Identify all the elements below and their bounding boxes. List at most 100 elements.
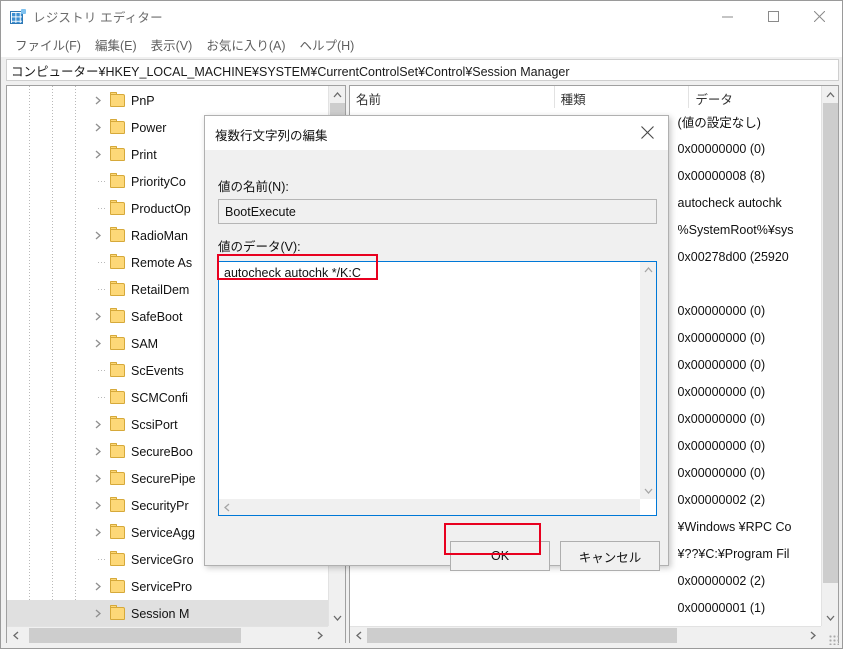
tree-item-label: ServicePro xyxy=(131,579,193,594)
tree-guide-tick xyxy=(98,181,107,182)
folder-icon xyxy=(110,443,125,458)
tree-item-label: PnP xyxy=(131,93,155,108)
menu-view[interactable]: 表示(V) xyxy=(145,32,201,58)
close-icon[interactable] xyxy=(626,116,668,148)
close-icon[interactable] xyxy=(796,1,842,32)
scroll-down-icon[interactable] xyxy=(822,609,838,626)
chevron-right-icon[interactable] xyxy=(91,330,105,357)
folder-icon xyxy=(110,497,125,512)
chevron-right-icon[interactable] xyxy=(91,114,105,141)
chevron-right-icon[interactable] xyxy=(91,492,105,519)
chevron-right-icon[interactable] xyxy=(91,519,105,546)
cell-data: 0x00000000 (0) xyxy=(677,303,766,318)
column-header-name[interactable]: 名前 xyxy=(350,86,555,108)
cell-data: 0x00000000 (0) xyxy=(677,357,766,372)
folder-icon xyxy=(110,200,125,215)
tree-item-label: SecurePipe xyxy=(131,471,196,486)
window-titlebar: レジストリ エディター xyxy=(1,1,842,32)
folder-icon xyxy=(110,470,125,485)
ok-button[interactable]: OK xyxy=(450,541,550,571)
folder-icon xyxy=(110,92,125,107)
menu-file[interactable]: ファイル(F) xyxy=(9,32,89,58)
value-name-input[interactable]: BootExecute xyxy=(218,199,657,224)
tree-item-label: Session M xyxy=(131,606,190,621)
folder-icon xyxy=(110,308,125,323)
cell-data: 0x00000000 (0) xyxy=(677,438,766,453)
list-hscrollbar-thumb[interactable] xyxy=(367,628,677,643)
cell-data: 0x00000002 (2) xyxy=(677,492,766,507)
cell-data: %SystemRoot%¥sys xyxy=(677,222,794,237)
scroll-down-icon[interactable] xyxy=(329,609,345,626)
window-title: レジストリ エディター xyxy=(33,11,163,25)
folder-icon xyxy=(110,362,125,377)
table-row[interactable]: 0x00000001 (1) xyxy=(350,594,821,621)
statusbar xyxy=(1,643,842,648)
scroll-right-icon[interactable] xyxy=(311,627,328,643)
textarea-vertical-scrollbar[interactable] xyxy=(640,262,656,499)
tree-horizontal-scrollbar[interactable] xyxy=(7,626,328,643)
value-data-textarea[interactable]: autocheck autochk */K:C xyxy=(218,261,657,516)
chevron-right-icon[interactable] xyxy=(91,573,105,600)
chevron-right-icon[interactable] xyxy=(91,141,105,168)
scroll-left-icon[interactable] xyxy=(350,627,367,643)
menu-help[interactable]: ヘルプ(H) xyxy=(293,32,362,58)
tree-guide-tick xyxy=(98,559,107,560)
chevron-right-icon[interactable] xyxy=(91,222,105,249)
address-bar[interactable]: コンピューター¥HKEY_LOCAL_MACHINE¥SYSTEM¥Curren… xyxy=(6,59,839,81)
tree-item-session-m[interactable]: Session M xyxy=(7,600,328,626)
cancel-button[interactable]: キャンセル xyxy=(560,541,660,571)
chevron-right-icon[interactable] xyxy=(91,438,105,465)
tree-item-label: ServiceGro xyxy=(131,552,194,567)
table-row[interactable]: 0x00000002 (2) xyxy=(350,567,821,594)
folder-icon xyxy=(110,578,125,593)
tree-guide-tick xyxy=(98,370,107,371)
cell-data: 0x00000000 (0) xyxy=(677,384,766,399)
scroll-down-icon[interactable] xyxy=(640,483,656,499)
list-header: 名前 種類 データ xyxy=(350,86,838,108)
scroll-left-icon[interactable] xyxy=(219,499,235,515)
folder-icon xyxy=(110,281,125,296)
menu-favorites[interactable]: お気に入り(A) xyxy=(200,32,293,58)
textarea-horizontal-scrollbar[interactable] xyxy=(219,499,640,515)
list-scrollbar-thumb[interactable] xyxy=(823,103,838,583)
chevron-right-icon[interactable] xyxy=(91,411,105,438)
folder-icon xyxy=(110,146,125,161)
dialog-title: 複数行文字列の編集 xyxy=(215,129,328,143)
tree-item-label: RetailDem xyxy=(131,282,190,297)
tree-guide-tick xyxy=(98,262,107,263)
tree-item-label: SCMConfi xyxy=(131,390,188,405)
tree-item-pnp[interactable]: PnP xyxy=(7,87,328,114)
chevron-right-icon[interactable] xyxy=(91,303,105,330)
tree-item-label: Remote As xyxy=(131,255,193,270)
tree-item-label: Print xyxy=(131,147,157,162)
minimize-icon[interactable] xyxy=(704,1,750,32)
scroll-up-icon[interactable] xyxy=(640,262,656,278)
scroll-left-icon[interactable] xyxy=(7,627,24,643)
chevron-right-icon[interactable] xyxy=(91,87,105,114)
column-header-data[interactable]: データ xyxy=(689,86,838,108)
tree-guide-tick xyxy=(98,208,107,209)
column-header-type[interactable]: 種類 xyxy=(555,86,690,108)
tree-item-servicepro[interactable]: ServicePro xyxy=(7,573,328,600)
resize-grip[interactable] xyxy=(829,635,839,645)
list-vertical-scrollbar[interactable] xyxy=(821,86,838,626)
scroll-up-icon[interactable] xyxy=(822,86,838,103)
chevron-right-icon[interactable] xyxy=(91,465,105,492)
folder-icon xyxy=(110,227,125,242)
tree-guide-tick xyxy=(98,397,107,398)
maximize-icon[interactable] xyxy=(750,1,796,32)
tree-item-label: SafeBoot xyxy=(131,309,183,324)
cell-data: ¥??¥C:¥Program Fil xyxy=(677,546,790,561)
chevron-right-icon[interactable] xyxy=(91,600,105,626)
scroll-up-icon[interactable] xyxy=(329,86,345,103)
list-horizontal-scrollbar[interactable] xyxy=(350,626,821,643)
dialog-body: 値の名前(N): BootExecute 値のデータ(V): autocheck… xyxy=(205,150,668,571)
dialog-titlebar: 複数行文字列の編集 xyxy=(205,116,668,150)
folder-icon xyxy=(110,173,125,188)
folder-icon xyxy=(110,551,125,566)
scroll-right-icon[interactable] xyxy=(804,627,821,643)
menu-edit[interactable]: 編集(E) xyxy=(89,32,145,58)
folder-icon xyxy=(110,605,125,620)
tree-hscrollbar-thumb[interactable] xyxy=(29,628,241,643)
tree-item-label: ServiceAgg xyxy=(131,525,195,540)
